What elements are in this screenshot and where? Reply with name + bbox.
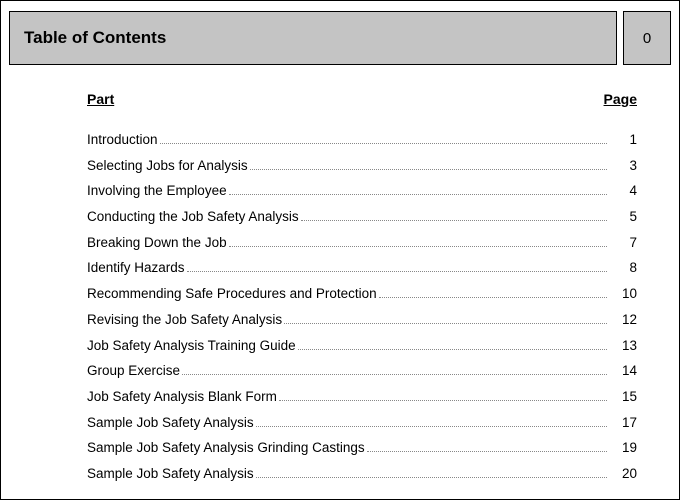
toc-entry-title: Job Safety Analysis Training Guide bbox=[87, 339, 296, 353]
toc-leader-dots bbox=[279, 400, 607, 401]
toc-entry-page: 5 bbox=[611, 210, 637, 224]
toc-entry-page: 8 bbox=[611, 261, 637, 275]
toc-leader-dots bbox=[229, 246, 607, 247]
toc-entry-page: 19 bbox=[611, 441, 637, 455]
toc-entry-page: 20 bbox=[611, 467, 637, 481]
toc-entry-page: 13 bbox=[611, 339, 637, 353]
page-number: 0 bbox=[643, 30, 651, 47]
toc-entry-page: 10 bbox=[611, 287, 637, 301]
toc-leader-dots bbox=[301, 220, 607, 221]
toc-entry-title: Introduction bbox=[87, 133, 158, 147]
toc-entry-title: Breaking Down the Job bbox=[87, 236, 227, 250]
toc-row: Sample Job Safety Analysis 20 bbox=[87, 467, 637, 481]
toc-row: Group Exercise 14 bbox=[87, 364, 637, 378]
toc-row: Revising the Job Safety Analysis 12 bbox=[87, 313, 637, 327]
toc-leader-dots bbox=[250, 169, 607, 170]
toc-entry-title: Group Exercise bbox=[87, 364, 180, 378]
toc-leader-dots bbox=[187, 271, 607, 272]
toc-leader-dots bbox=[160, 143, 607, 144]
toc-entry-title: Involving the Employee bbox=[87, 184, 227, 198]
toc-entry-page: 17 bbox=[611, 416, 637, 430]
document-title: Table of Contents bbox=[24, 28, 602, 48]
toc-entry-title: Recommending Safe Procedures and Protect… bbox=[87, 287, 377, 301]
toc-entry-page: 14 bbox=[611, 364, 637, 378]
toc-entry-page: 15 bbox=[611, 390, 637, 404]
toc-leader-dots bbox=[182, 374, 607, 375]
toc-row: Selecting Jobs for Analysis 3 bbox=[87, 159, 637, 173]
toc-entry-title: Sample Job Safety Analysis Grinding Cast… bbox=[87, 441, 365, 455]
toc-row: Identify Hazards 8 bbox=[87, 261, 637, 275]
column-page-label: Page bbox=[604, 91, 637, 107]
toc-row: Sample Job Safety Analysis 17 bbox=[87, 416, 637, 430]
toc-entry-page: 12 bbox=[611, 313, 637, 327]
toc-entry-title: Selecting Jobs for Analysis bbox=[87, 159, 248, 173]
document-page: Table of Contents 0 Part Page Introducti… bbox=[0, 0, 680, 500]
title-box: Table of Contents bbox=[9, 11, 617, 65]
column-headers: Part Page bbox=[1, 73, 679, 111]
toc-leader-dots bbox=[256, 426, 607, 427]
toc-leader-dots bbox=[229, 194, 607, 195]
toc-entry-page: 7 bbox=[611, 236, 637, 250]
toc-leader-dots bbox=[256, 477, 607, 478]
toc-entry-title: Conducting the Job Safety Analysis bbox=[87, 210, 299, 224]
toc-entry-page: 3 bbox=[611, 159, 637, 173]
toc-row: Involving the Employee 4 bbox=[87, 184, 637, 198]
toc-entry-page: 4 bbox=[611, 184, 637, 198]
toc-entry-title: Identify Hazards bbox=[87, 261, 185, 275]
toc-entry-title: Job Safety Analysis Blank Form bbox=[87, 390, 277, 404]
toc-entry-title: Sample Job Safety Analysis bbox=[87, 416, 254, 430]
toc-entry-page: 1 bbox=[611, 133, 637, 147]
column-part-label: Part bbox=[87, 91, 114, 107]
toc-row: Introduction 1 bbox=[87, 133, 637, 147]
toc-leader-dots bbox=[367, 451, 607, 452]
toc-body: Introduction 1 Selecting Jobs for Analysis… bbox=[1, 111, 679, 499]
toc-row: Conducting the Job Safety Analysis 5 bbox=[87, 210, 637, 224]
toc-leader-dots bbox=[379, 297, 607, 298]
page-number-box: 0 bbox=[623, 11, 671, 65]
toc-leader-dots bbox=[284, 323, 607, 324]
toc-row: Breaking Down the Job 7 bbox=[87, 236, 637, 250]
header-row: Table of Contents 0 bbox=[1, 1, 679, 73]
toc-row: Recommending Safe Procedures and Protect… bbox=[87, 287, 637, 301]
toc-leader-dots bbox=[298, 349, 607, 350]
toc-row: Job Safety Analysis Training Guide 13 bbox=[87, 339, 637, 353]
toc-row: Sample Job Safety Analysis Grinding Cast… bbox=[87, 441, 637, 455]
toc-entry-title: Sample Job Safety Analysis bbox=[87, 467, 254, 481]
toc-row: Job Safety Analysis Blank Form 15 bbox=[87, 390, 637, 404]
toc-entry-title: Revising the Job Safety Analysis bbox=[87, 313, 282, 327]
